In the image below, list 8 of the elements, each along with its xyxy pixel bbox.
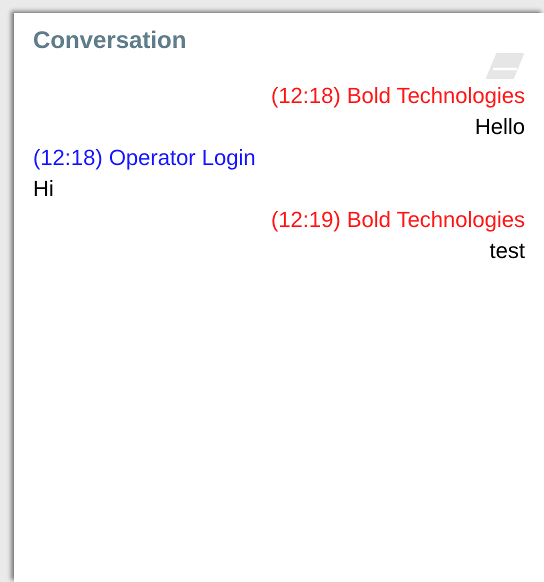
message-header: (12:19) Bold Technologies bbox=[271, 206, 525, 234]
message-header: (12:18) Operator Login bbox=[33, 144, 256, 172]
message-text: Hi bbox=[33, 175, 54, 203]
message-text: test bbox=[490, 237, 525, 265]
message-header: (12:18) Bold Technologies bbox=[271, 82, 525, 110]
panel-title: Conversation bbox=[33, 26, 186, 56]
message-text: Hello bbox=[474, 113, 525, 141]
eraser-icon[interactable] bbox=[485, 52, 525, 80]
